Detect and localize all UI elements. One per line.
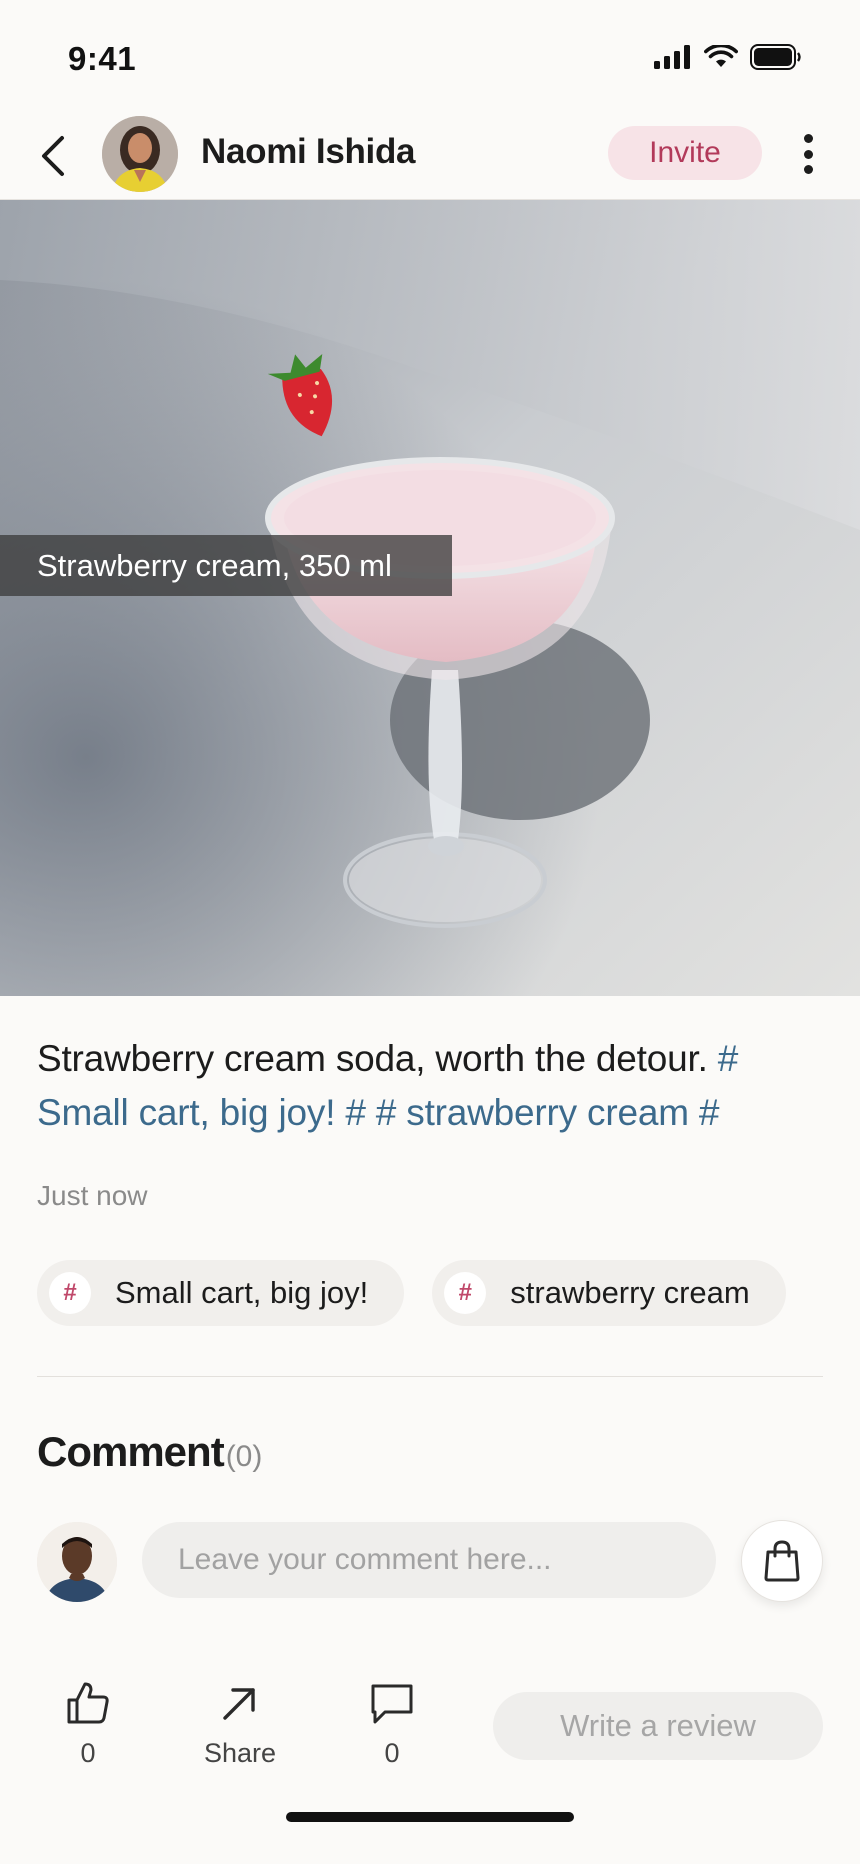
write-review-button[interactable]: Write a review bbox=[493, 1692, 823, 1760]
comment-count: (0) bbox=[225, 1440, 263, 1473]
topic-label: strawberry cream bbox=[510, 1275, 750, 1310]
comment-action-count: 0 bbox=[384, 1738, 400, 1768]
more-dot-icon bbox=[803, 149, 813, 159]
comment-button[interactable]: 0 bbox=[342, 1680, 442, 1769]
share-arrow-icon bbox=[223, 1688, 255, 1720]
comment-bubble-icon bbox=[371, 1684, 413, 1724]
signal-icon bbox=[654, 45, 690, 69]
product-tag[interactable]: Strawberry cream, 350 ml bbox=[0, 535, 452, 596]
status-bar: 9:41 bbox=[0, 0, 860, 110]
topic-chip[interactable]: # strawberry cream bbox=[432, 1260, 786, 1326]
like-count: 0 bbox=[80, 1738, 96, 1768]
comment-input[interactable] bbox=[142, 1522, 716, 1598]
hashtag-icon: # bbox=[444, 1272, 487, 1314]
thumbs-up-icon bbox=[67, 1682, 109, 1724]
more-dot-icon bbox=[803, 165, 813, 174]
topic-label: Small cart, big joy! bbox=[115, 1275, 369, 1310]
back-button[interactable] bbox=[34, 134, 74, 178]
home-indicator bbox=[286, 1812, 574, 1822]
hashtag-icon: # bbox=[49, 1272, 91, 1314]
post-photo[interactable]: Strawberry cream, 350 ml bbox=[0, 200, 860, 996]
share-button[interactable]: Share bbox=[190, 1680, 290, 1769]
status-time: 9:41 bbox=[68, 40, 137, 77]
post-header: Naomi Ishida Invite bbox=[0, 110, 860, 200]
section-divider bbox=[37, 1376, 823, 1377]
share-label: Share bbox=[203, 1738, 277, 1768]
author-name[interactable]: Naomi Ishida bbox=[201, 132, 416, 172]
wifi-icon bbox=[704, 45, 738, 67]
like-button[interactable]: 0 bbox=[38, 1680, 138, 1769]
cocktail-image bbox=[0, 200, 860, 996]
comment-heading: Comment (0) bbox=[37, 1428, 262, 1476]
more-dot-icon bbox=[803, 134, 813, 143]
caption-text: Strawberry cream soda, worth the detour. bbox=[37, 1038, 718, 1079]
battery-icon bbox=[750, 44, 801, 70]
more-options-button[interactable] bbox=[796, 130, 820, 178]
post-timestamp: Just now bbox=[37, 1180, 148, 1211]
shopping-bag-button[interactable] bbox=[741, 1520, 823, 1602]
author-avatar[interactable] bbox=[102, 116, 178, 192]
post-caption: Strawberry cream soda, worth the detour.… bbox=[37, 1032, 827, 1140]
invite-button[interactable]: Invite bbox=[608, 126, 762, 180]
topic-chip[interactable]: # Small cart, big joy! bbox=[37, 1260, 405, 1326]
topic-chips: # Small cart, big joy! # strawberry crea… bbox=[37, 1260, 786, 1326]
shopping-bag-icon bbox=[764, 1540, 800, 1582]
status-icons bbox=[654, 44, 802, 70]
current-user-avatar bbox=[37, 1522, 117, 1602]
chevron-left-icon bbox=[42, 136, 64, 176]
comment-title: Comment bbox=[37, 1428, 225, 1475]
